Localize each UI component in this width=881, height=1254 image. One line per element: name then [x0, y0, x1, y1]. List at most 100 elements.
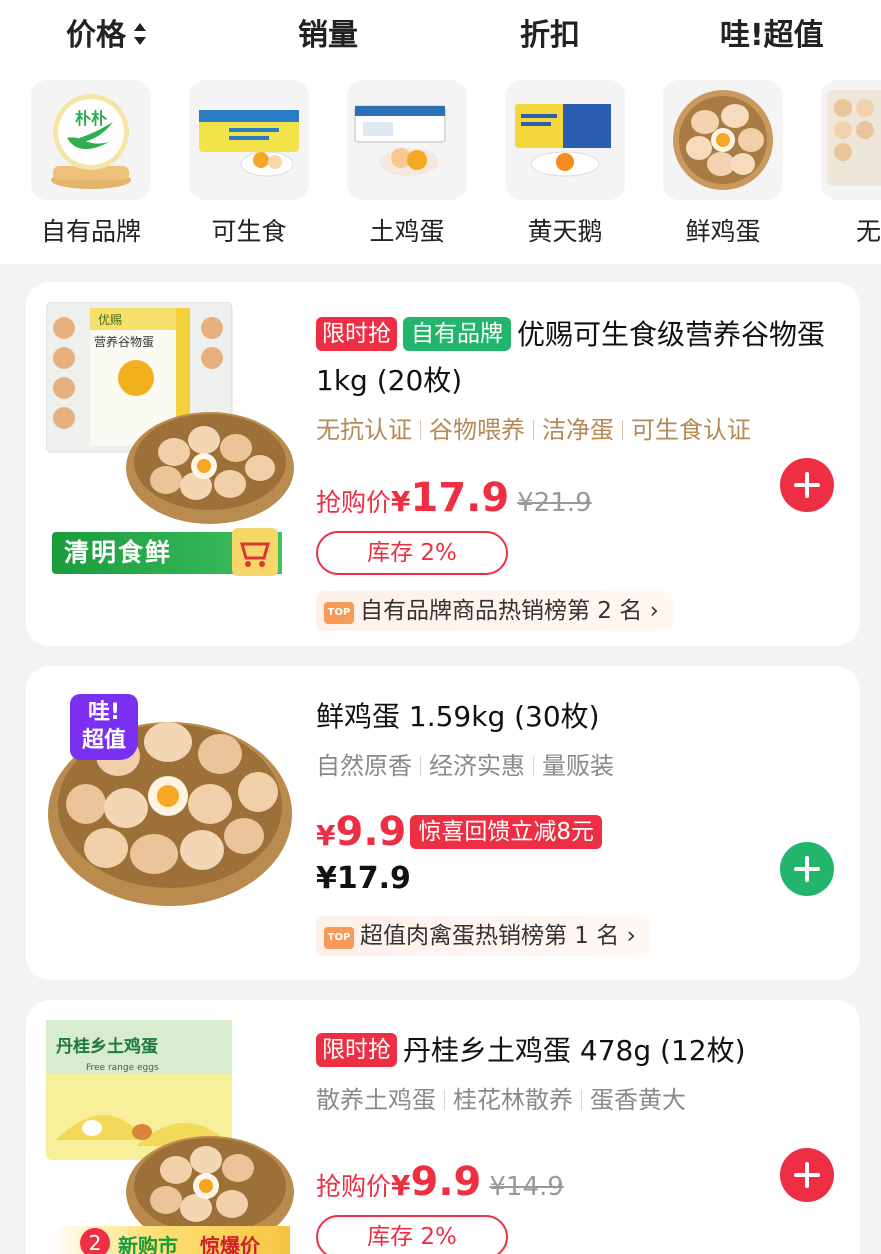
- feature: 桂花林散养: [453, 1086, 573, 1114]
- currency-symbol: ¥: [391, 1169, 411, 1202]
- product-title[interactable]: 鲜鸡蛋 1.59kg (30枚): [316, 694, 840, 740]
- category-item-huangtiane[interactable]: 黄天鹅: [504, 80, 626, 250]
- product-title-block[interactable]: 限时抢 丹桂乡土鸡蛋 478g (12枚): [316, 1028, 840, 1074]
- svg-text:营养谷物蛋: 营养谷物蛋: [94, 334, 154, 349]
- own-brand-tag: 自有品牌: [403, 317, 511, 351]
- discount-tag: 惊喜回馈立减8元: [410, 815, 602, 849]
- bottom-promo-badge: 2 新购市 惊爆价: [50, 1226, 290, 1254]
- original-price: ¥17.9: [316, 861, 411, 896]
- ranking-link[interactable]: TOP 自有品牌商品热销榜第 2 名 ›: [316, 591, 673, 631]
- original-price: ¥14.9: [489, 1172, 564, 1202]
- ranking-text: 自有品牌商品热销榜第 2 名: [360, 598, 643, 624]
- sort-by-discount-button[interactable]: 折扣: [520, 14, 580, 58]
- product-title: 丹桂乡土鸡蛋 478g (12枚): [403, 1034, 746, 1067]
- divider: [533, 420, 534, 440]
- divider: [622, 420, 623, 440]
- ranking-text: 超值肉禽蛋热销榜第 1 名: [360, 923, 620, 949]
- category-item-raw-edible[interactable]: 可生食: [188, 80, 310, 250]
- product-image[interactable]: 哇! 超值: [46, 686, 296, 936]
- sort-by-sales-button[interactable]: 销量: [298, 14, 358, 58]
- ranking-link[interactable]: TOP 超值肉禽蛋热销榜第 1 名 ›: [316, 916, 650, 956]
- egg-box-blue-icon: [347, 80, 467, 200]
- feature: 洁净蛋: [542, 416, 614, 444]
- feature: 经济实惠: [429, 752, 525, 780]
- top-badge-icon: TOP: [324, 602, 354, 624]
- egg-box-yellow-icon: [189, 80, 309, 200]
- svg-text:优赐: 优赐: [98, 313, 122, 327]
- top-badge-icon: TOP: [324, 927, 354, 949]
- add-to-cart-button[interactable]: [780, 458, 834, 512]
- chevron-right-icon: ›: [649, 598, 659, 624]
- add-to-cart-button[interactable]: [780, 842, 834, 896]
- current-price: 9.9: [410, 1159, 482, 1205]
- product-title-block[interactable]: 限时抢 自有品牌 优赐可生食级营养谷物蛋 1kg (20枚): [316, 312, 840, 404]
- sort-by-price-button[interactable]: 价格: [66, 14, 146, 58]
- badge-text: 惊爆价: [200, 1234, 260, 1254]
- sort-by-value-button[interactable]: 哇!超值: [720, 14, 824, 58]
- product-features: 自然原香 经济实惠 量贩装: [316, 746, 840, 781]
- cart-icon: [232, 528, 278, 576]
- svg-text:朴朴: 朴朴: [75, 109, 107, 128]
- price-label: 抢购价: [316, 1172, 392, 1201]
- svg-text:Free range eggs: Free range eggs: [86, 1063, 159, 1073]
- product-info: 限时抢 自有品牌 优赐可生食级营养谷物蛋 1kg (20枚) 无抗认证 谷物喂养 洁净蛋…: [316, 312, 840, 631]
- product-features: 无抗认证 谷物喂养 洁净蛋 可生食认证: [316, 410, 840, 445]
- product-card[interactable]: 优赐 营养谷物蛋 清明食鲜 限时抢 自有品牌 优赐可生食级营养谷物蛋 1kg (20…: [26, 282, 860, 646]
- brand-logo-icon: 朴朴: [31, 80, 151, 200]
- product-image[interactable]: 丹桂乡土鸡蛋 Free range eggs 2 新购市 惊爆价: [46, 1020, 296, 1254]
- product-card[interactable]: 丹桂乡土鸡蛋 Free range eggs 2 新购市 惊爆价 限时抢 丹桂乡土…: [26, 1000, 860, 1254]
- flash-sale-tag: 限时抢: [316, 317, 397, 351]
- feature: 自然原香: [316, 752, 412, 780]
- feature: 蛋香黄大: [590, 1086, 686, 1114]
- add-to-cart-button[interactable]: [780, 1148, 834, 1202]
- wow-value-badge: 哇! 超值: [70, 694, 138, 760]
- stock-indicator: 库存 2%: [316, 1215, 508, 1254]
- feature: 量贩装: [542, 752, 614, 780]
- category-row: 朴朴 自有品牌 可生食 土鸡蛋 黄天鹅 鲜鸡蛋 无: [0, 72, 881, 264]
- product-features: 散养土鸡蛋 桂花林散养 蛋香黄大: [316, 1080, 840, 1115]
- product-card[interactable]: 哇! 超值 鲜鸡蛋 1.59kg (30枚) 自然原香 经济实惠 量贩装 ¥9.9 惊…: [26, 666, 860, 980]
- feature: 无抗认证: [316, 416, 412, 444]
- chevron-right-icon: ›: [626, 923, 636, 949]
- sort-bar: 价格 销量 折扣 哇!超值: [0, 0, 881, 72]
- stock-indicator: 库存 2%: [316, 531, 508, 575]
- category-label: 鲜鸡蛋: [685, 217, 761, 246]
- divider: [420, 756, 421, 776]
- divider: [444, 1090, 445, 1110]
- category-label: 无抗: [855, 217, 881, 246]
- divider: [581, 1090, 582, 1110]
- product-info: 限时抢 丹桂乡土鸡蛋 478g (12枚) 散养土鸡蛋 桂花林散养 蛋香黄大 抢购价¥…: [316, 1028, 840, 1254]
- price-row: ¥9.9 惊喜回馈立减8元: [316, 809, 840, 855]
- flash-sale-tag: 限时抢: [316, 1033, 397, 1067]
- price-row: 抢购价¥9.9 ¥14.9: [316, 1159, 840, 1205]
- egg-basket-icon: [663, 80, 783, 200]
- feature: 谷物喂养: [429, 416, 525, 444]
- original-price: ¥21.9: [517, 488, 592, 518]
- badge-line: 哇!: [87, 700, 121, 725]
- product-info: 鲜鸡蛋 1.59kg (30枚) 自然原香 经济实惠 量贩装 ¥9.9 惊喜回馈立减8…: [316, 694, 840, 956]
- category-label: 自有品牌: [40, 217, 141, 246]
- category-item-brand[interactable]: 朴朴 自有品牌: [30, 80, 152, 250]
- badge-line: 超值: [81, 728, 126, 753]
- category-label: 黄天鹅: [527, 217, 603, 246]
- price-row: 抢购价¥17.9 ¥21.9: [316, 475, 840, 521]
- sort-price-label: 价格: [66, 18, 126, 53]
- egg-box-huangtiane-icon: [505, 80, 625, 200]
- category-label: 土鸡蛋: [369, 217, 445, 246]
- price-label: 抢购价: [316, 488, 392, 517]
- egg-tray-icon: [821, 80, 881, 200]
- feature: 散养土鸡蛋: [316, 1086, 436, 1114]
- currency-symbol: ¥: [391, 485, 411, 518]
- category-item-free-range[interactable]: 土鸡蛋: [346, 80, 468, 250]
- product-image[interactable]: 优赐 营养谷物蛋 清明食鲜: [45, 301, 296, 576]
- svg-text:丹桂乡土鸡蛋: 丹桂乡土鸡蛋: [56, 1036, 158, 1057]
- feature: 可生食认证: [631, 416, 751, 444]
- category-item-fresh-eggs[interactable]: 鲜鸡蛋: [662, 80, 784, 250]
- sort-arrows-icon: [134, 22, 146, 45]
- category-item-antibiotic-free[interactable]: 无抗: [820, 80, 881, 250]
- badge-text: 新购市: [118, 1234, 178, 1254]
- current-price: 17.9: [410, 475, 510, 521]
- divider: [533, 756, 534, 776]
- divider: [420, 420, 421, 440]
- badge-count: 2: [80, 1228, 110, 1254]
